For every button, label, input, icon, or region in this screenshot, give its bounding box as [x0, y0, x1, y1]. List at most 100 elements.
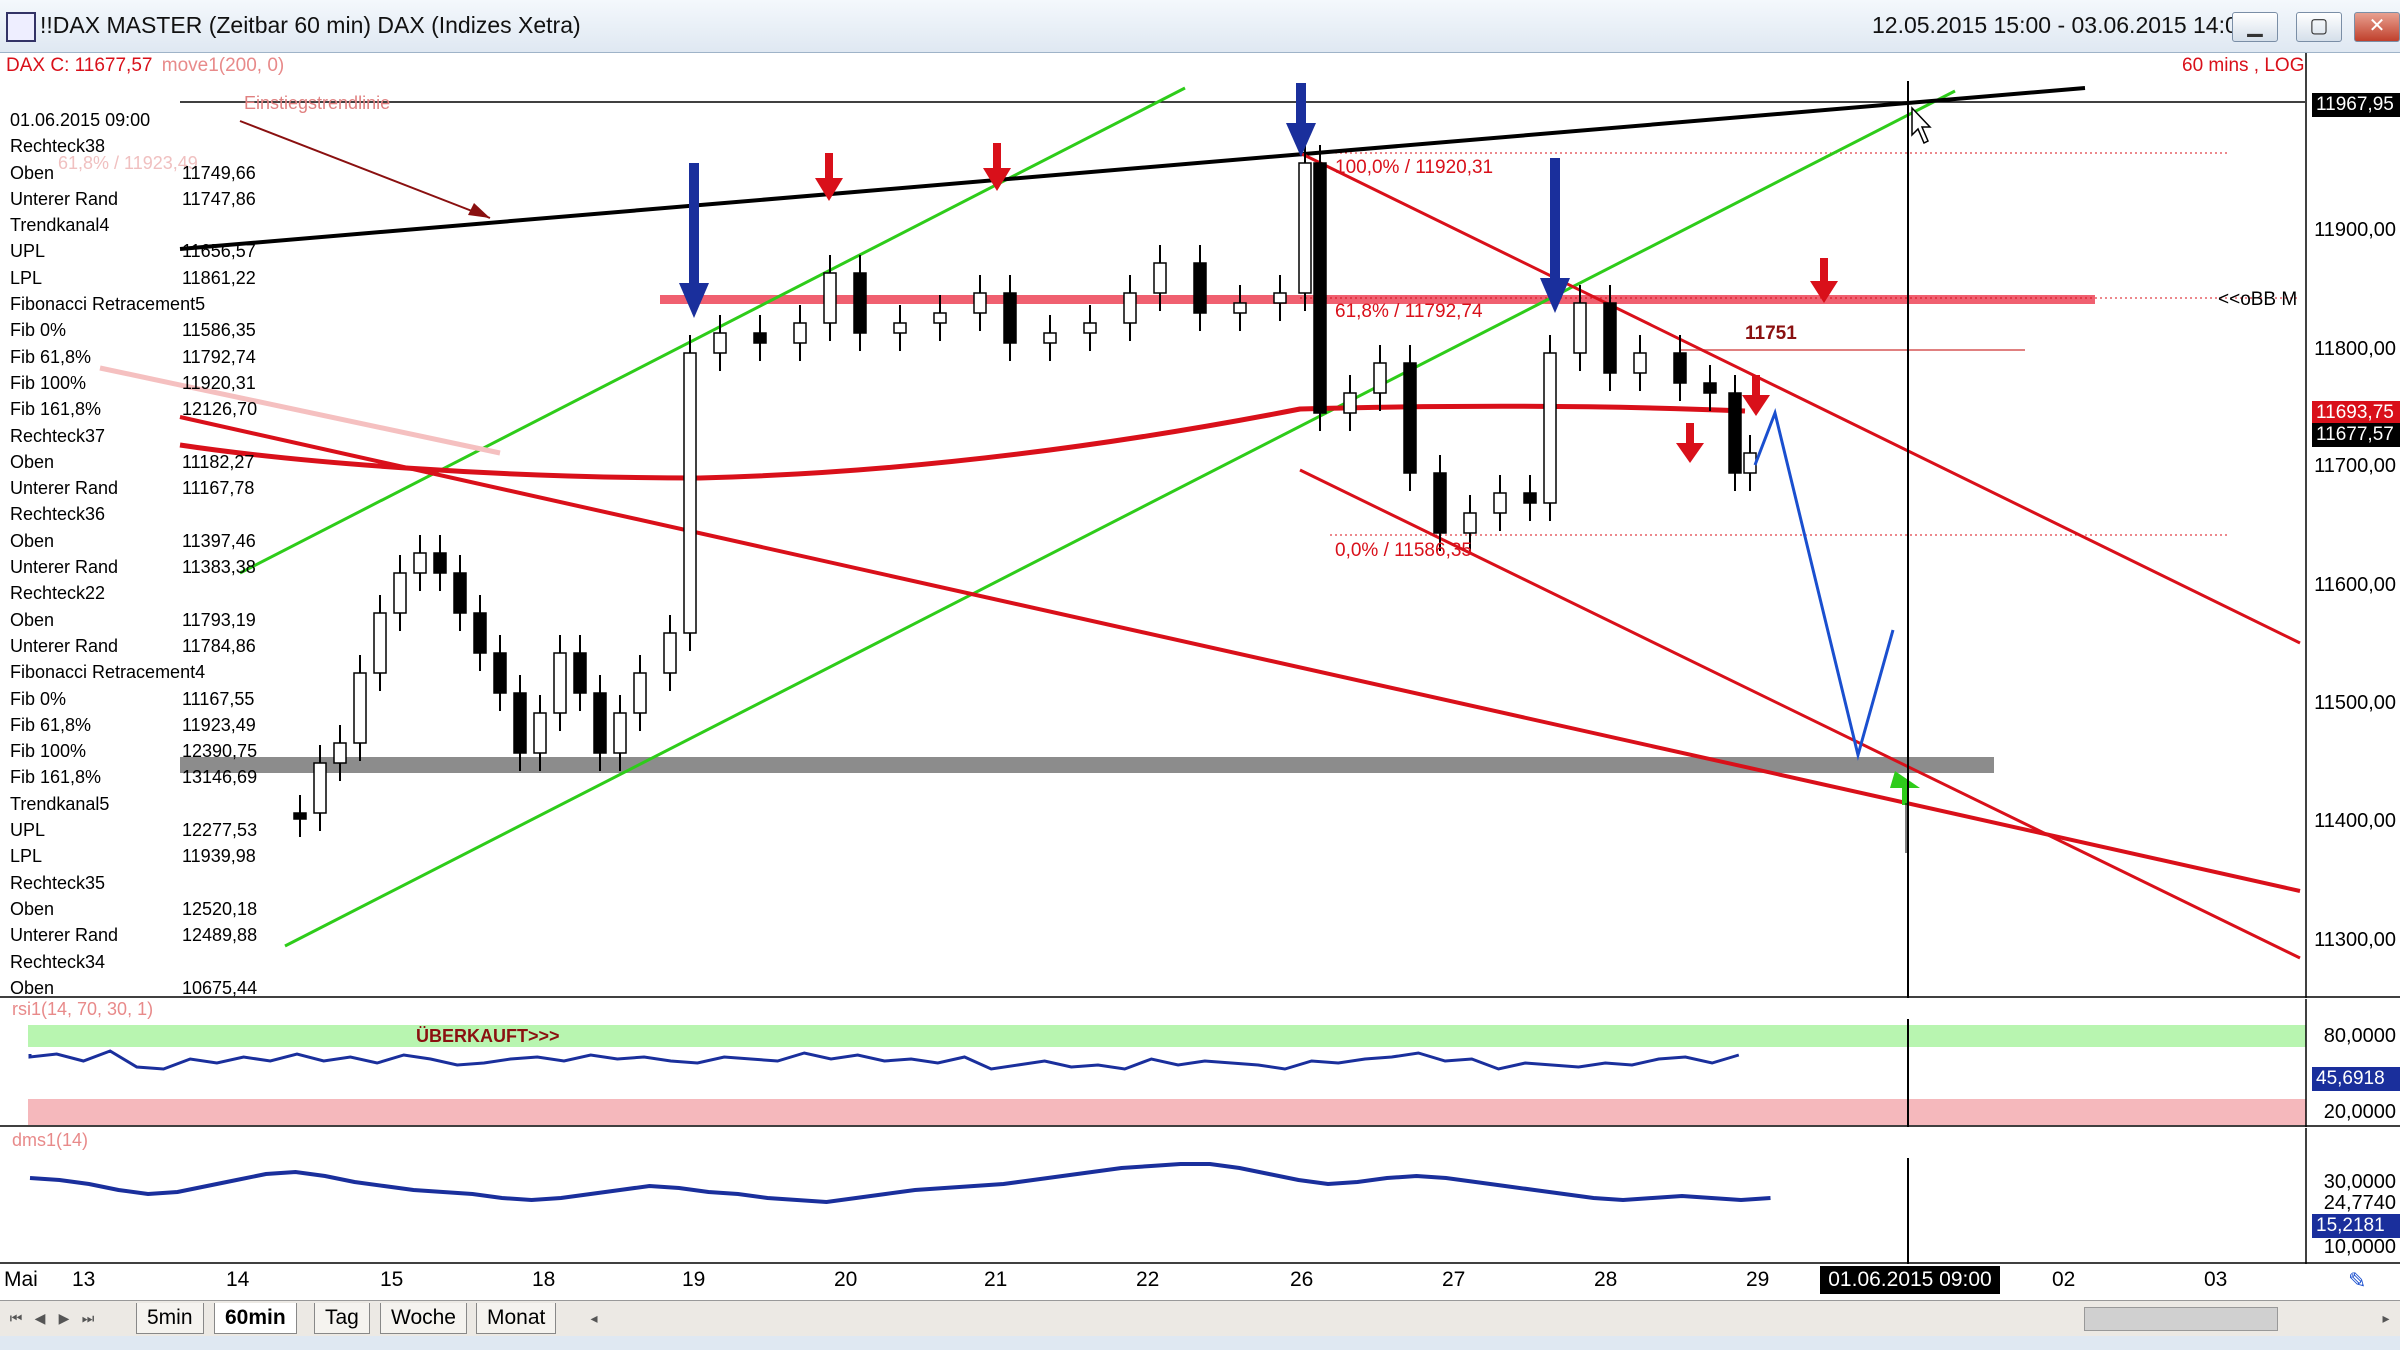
rsi-overbought-label: ÜBERKAUFT>>> [416, 1026, 560, 1046]
legend-row: Trendkanal5 [10, 791, 285, 817]
interval-label: 60 mins , LOG [2182, 55, 2305, 76]
tab-60min[interactable]: 60min [214, 1303, 297, 1334]
legend-row: Fib 100% 12390,75 [10, 738, 285, 764]
rsi-oversold-zone [28, 1099, 2306, 1125]
time-axis-label: 15 [380, 1268, 404, 1291]
draw-tool-icon[interactable]: ✎ [2348, 1268, 2366, 1294]
legend-row: Unterer Rand 11167,78 [10, 475, 285, 501]
legend-label: Fib 61,8% [10, 714, 92, 735]
price-axis-label: 11500,00 [2314, 692, 2396, 714]
legend-label: Fibonacci Retracement4 [10, 662, 206, 683]
legend-label: Unterer Rand [10, 635, 119, 656]
green-channel-upper [239, 86, 1186, 575]
blue-arrow-2 [1286, 83, 1316, 157]
legend-row: Fib 61,8% 11923,49 [10, 712, 285, 738]
red-arrow-2 [983, 143, 1011, 191]
time-axis-label: 20 [834, 1268, 858, 1291]
price-axis-label: 11700,00 [2314, 455, 2396, 477]
legend-row: Oben 12520,18 [10, 896, 285, 922]
legend-value: 11586,35 [182, 320, 256, 341]
legend-row: Oben 11793,19 [10, 607, 285, 633]
legend-row: Rechteck36 [10, 501, 285, 527]
legend-row: Unterer Rand 12489,88 [10, 922, 285, 948]
legend-label: Fib 161,8% [10, 767, 102, 788]
date-range: 12.05.2015 15:00 - 03.06.2015 14:00 [1872, 12, 2251, 38]
legend-label: Fib 100% [10, 741, 87, 762]
legend-value: 11182,27 [182, 451, 255, 472]
fib-618-label: 61,8% / 11792,74 [1335, 301, 1483, 322]
legend-row: Fib 0% 11167,55 [10, 686, 285, 712]
close-button[interactable]: ✕ [2354, 12, 2400, 42]
legend-row: Fib 161,8% 13146,69 [10, 764, 285, 790]
legend-row: Fibonacci Retracement5 [10, 291, 285, 317]
legend-value: 11792,74 [182, 346, 256, 367]
annotation-arrowhead [468, 203, 490, 218]
legend-value: 11923,49 [182, 714, 256, 735]
legend-label: Oben [10, 609, 55, 630]
legend-row: Fib 100% 11920,31 [10, 370, 285, 396]
time-axis-label: 22 [1136, 1268, 1160, 1291]
dms-axis-30: 30,0000 [2323, 1171, 2396, 1193]
legend-value: 12390,75 [182, 741, 258, 762]
dms-value1: 24,7740 [2323, 1192, 2396, 1214]
time-axis-label: 26 [1290, 1268, 1314, 1291]
mouse-cursor-icon [1911, 106, 1932, 145]
legend-label: Rechteck35 [10, 872, 106, 893]
symbol-label: DAX C: 11677,57 [6, 55, 153, 76]
legend-label: 01.06.2015 09:00 [10, 110, 151, 130]
legend-label: Oben [10, 162, 55, 183]
legend-value: 11861,22 [182, 267, 256, 288]
legend-value: 11747,86 [182, 188, 256, 209]
ma-price-tag: 11693,75 [2312, 401, 2400, 425]
legend-row: LPL 11939,98 [10, 843, 285, 869]
dms-chart[interactable] [0, 1128, 2400, 1264]
nav-first-icon[interactable]: ⏮ [6, 1307, 26, 1329]
legend-row: Fib 61,8% 11792,74 [10, 344, 285, 370]
nav-prev-icon[interactable]: ◀ [30, 1307, 50, 1329]
scroll-right-icon[interactable]: ▸ [2376, 1307, 2396, 1329]
bb-label: <<oBB M [2218, 289, 2298, 310]
nav-last-icon[interactable]: ⏭ [78, 1307, 98, 1329]
dms-pane[interactable]: dms1(14) 30,0000 24,7740 15,2181 10,0000 [0, 1128, 2400, 1264]
rsi-axis-20: 20,0000 [2323, 1101, 2396, 1123]
time-axis-label: 21 [984, 1268, 1008, 1291]
legend-label: Fib 100% [10, 372, 87, 393]
rsi-chart[interactable] [0, 999, 2400, 1127]
legend-row: Rechteck22 [10, 580, 285, 606]
tab-tag[interactable]: Tag [314, 1303, 370, 1334]
legend-value: 11656,57 [182, 241, 256, 262]
legend-label: Unterer Rand [10, 925, 119, 946]
price-axis-label: 11400,00 [2314, 810, 2396, 832]
indicator-legend: 01.06.2015 09:00 Rechteck38 Oben 11749,66 Un… [10, 107, 285, 1027]
nav-next-icon[interactable]: ▶ [54, 1307, 74, 1329]
minimize-button[interactable]: ▁ [2232, 12, 2278, 42]
time-axis-label: 28 [1594, 1268, 1618, 1291]
horizontal-scrollbar[interactable] [2084, 1307, 2278, 1331]
legend-row: LPL 11861,22 [10, 265, 285, 291]
rsi-pane[interactable]: rsi1(14, 70, 30, 1) ÜBERKAUFT>>> 80,0000… [0, 999, 2400, 1127]
legend-label: Fib 61,8% [10, 346, 92, 367]
legend-value: 11383,38 [182, 557, 256, 578]
time-axis-label: 02 [2052, 1268, 2076, 1291]
time-axis-label: 27 [1442, 1268, 1466, 1291]
scroll-left-icon[interactable]: ◂ [584, 1307, 604, 1329]
legend-label: LPL [10, 846, 43, 867]
legend-label: LPL [10, 267, 43, 288]
green-up-arrow [1890, 771, 1920, 853]
maximize-button[interactable]: ▢ [2296, 12, 2342, 42]
symbol-header: DAX C: 11677,57 move1(200, 0) [6, 55, 284, 77]
price-axis-label: 11800,00 [2314, 338, 2396, 360]
price-chart[interactable] [0, 53, 2400, 998]
price-axis-label: 11300,00 [2314, 929, 2396, 951]
legend-label: Unterer Rand [10, 478, 119, 499]
dms-line [29, 1162, 1771, 1205]
legend-label: UPL [10, 820, 46, 841]
level-label: 11751 [1745, 323, 1797, 344]
legend-label: Trendkanal5 [10, 793, 110, 814]
legend-label: Rechteck36 [10, 504, 106, 525]
rsi-overbought-zone [28, 1025, 2306, 1047]
price-chart-pane[interactable]: DAX C: 11677,57 move1(200, 0) 60 mins , … [0, 53, 2400, 1024]
tab-monat[interactable]: Monat [476, 1303, 557, 1334]
tab-woche[interactable]: Woche [380, 1303, 467, 1334]
tab-5min[interactable]: 5min [136, 1303, 204, 1334]
